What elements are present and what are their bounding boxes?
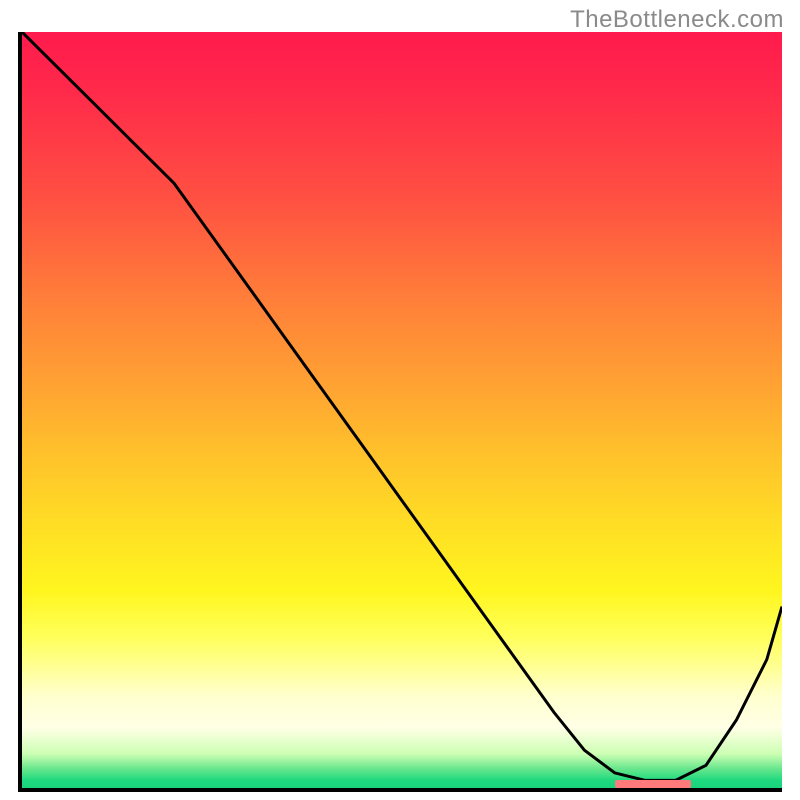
chart-stage: TheBottleneck.com (0, 0, 800, 800)
y-axis (18, 32, 22, 792)
curve-path (22, 32, 782, 780)
curve-svg (22, 32, 782, 788)
watermark-text: TheBottleneck.com (570, 6, 784, 34)
x-axis (18, 788, 782, 792)
plot-area (18, 32, 782, 792)
optimal-range-marker (615, 780, 691, 788)
